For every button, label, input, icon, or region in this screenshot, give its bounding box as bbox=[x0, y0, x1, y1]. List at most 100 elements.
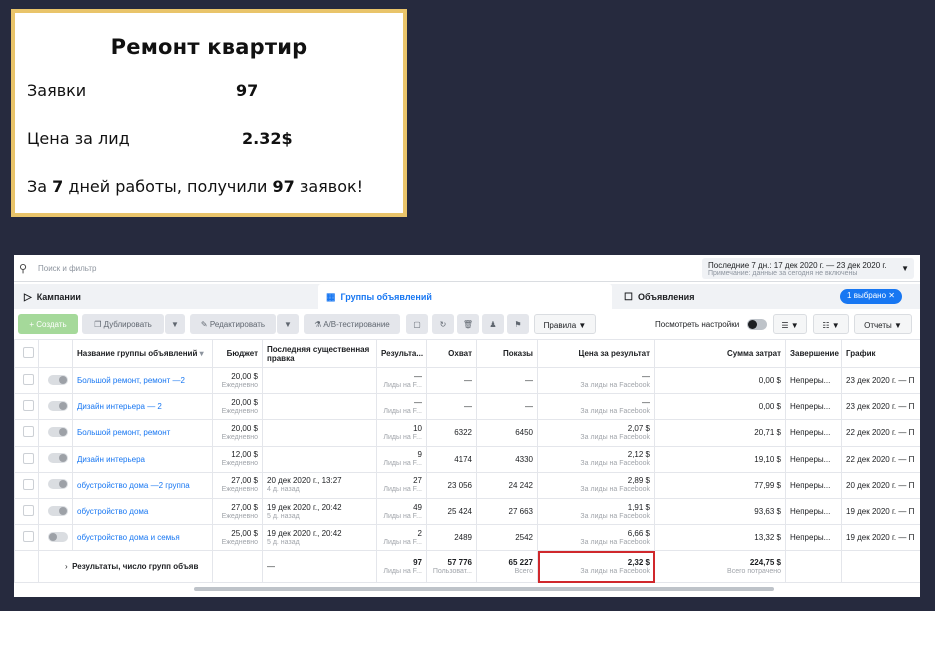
col-reach[interactable]: Охват bbox=[426, 339, 477, 368]
adset-name[interactable]: Дизайн интерьера — 2 bbox=[72, 393, 213, 421]
row-toggle[interactable] bbox=[38, 445, 73, 473]
last-edit-value: 19 дек 2020 г., 20:42 bbox=[267, 528, 342, 538]
adset-name-link[interactable]: Большой ремонт, ремонт —2 bbox=[77, 376, 185, 385]
row-spent: 77,99 $ bbox=[654, 471, 786, 499]
adset-name-link[interactable]: обустройство дома —2 группа bbox=[77, 481, 190, 490]
row-checkbox[interactable] bbox=[14, 393, 39, 421]
adset-name-link[interactable]: обустройство дома и семья bbox=[77, 533, 180, 542]
edit-dropdown[interactable]: ▼ bbox=[277, 314, 299, 334]
row-budget[interactable]: 12,00 $ Ежедневно bbox=[212, 445, 263, 473]
col-impressions[interactable]: Показы bbox=[476, 339, 538, 368]
adset-name-link[interactable]: Большой ремонт, ремонт bbox=[77, 428, 170, 437]
row-toggle[interactable] bbox=[38, 497, 73, 526]
totals-impressions-sub: Всего bbox=[514, 567, 533, 575]
breakdown-button[interactable]: ☷ ▼ bbox=[813, 314, 849, 334]
table-row[interactable]: обустройство дома —2 группа 27,00 $ Ежедне… bbox=[14, 471, 920, 499]
selected-badge[interactable]: 1 выбрано ✕ bbox=[840, 289, 902, 304]
adset-name[interactable]: обустройство дома bbox=[72, 497, 213, 526]
duplicate-button[interactable]: ❐ Дублировать bbox=[82, 314, 164, 334]
table-row[interactable]: Дизайн интерьера — 2 20,00 $ Ежедневно — Лид… bbox=[14, 393, 920, 421]
adset-name[interactable]: Большой ремонт, ремонт —2 bbox=[72, 366, 213, 395]
refresh-button[interactable]: ↻ bbox=[432, 314, 454, 334]
table-row[interactable]: обустройство дома и семья 25,00 $ Ежедневн… bbox=[14, 524, 920, 552]
totals-edit: — bbox=[262, 550, 377, 584]
row-checkbox[interactable] bbox=[14, 419, 39, 447]
results-value: 9 bbox=[417, 450, 422, 460]
date-range-picker[interactable]: Последние 7 дн.: 17 дек 2020 г. — 23 дек… bbox=[702, 258, 914, 279]
col-budget[interactable]: Бюджет bbox=[212, 339, 263, 368]
col-ends[interactable]: Завершение bbox=[785, 339, 842, 368]
adset-name[interactable]: Дизайн интерьера bbox=[72, 445, 213, 473]
row-toggle[interactable] bbox=[38, 471, 73, 499]
adset-name[interactable]: обустройство дома —2 группа bbox=[72, 471, 213, 499]
row-last-edit: 19 дек 2020 г., 20:42 5 д. назад bbox=[262, 524, 377, 552]
results-value: 2 bbox=[417, 528, 422, 538]
select-all-checkbox[interactable] bbox=[14, 339, 39, 368]
col-name[interactable]: Название группы объявлений ▾ bbox=[72, 339, 213, 368]
folder-icon: ▷ bbox=[24, 292, 32, 303]
ab-test-button[interactable]: ⚗ A/B-тестирование bbox=[304, 314, 400, 334]
summary-pre: За bbox=[27, 177, 48, 196]
row-checkbox[interactable] bbox=[14, 366, 39, 395]
adset-name-link[interactable]: Дизайн интерьера — 2 bbox=[77, 402, 162, 411]
table-row[interactable]: Дизайн интерьера 12,00 $ Ежедневно 9 Лиды на… bbox=[14, 445, 920, 473]
row-checkbox[interactable] bbox=[14, 524, 39, 552]
row-ends: Непреры... bbox=[785, 471, 842, 499]
table-row[interactable]: Большой ремонт, ремонт —2 20,00 $ Ежедневн… bbox=[14, 366, 920, 395]
row-cost-per-result: 2,12 $ За лиды на Facebook bbox=[537, 445, 655, 473]
tab-ads[interactable]: ☐ Объявления 1 выбрано ✕ bbox=[616, 284, 916, 309]
search-input[interactable]: Поиск и фильтр bbox=[38, 264, 96, 273]
leads-label: Заявки bbox=[27, 81, 87, 100]
adset-name[interactable]: обустройство дома и семья bbox=[72, 524, 213, 552]
totals-cpr-sub: За лиды на Facebook bbox=[580, 567, 650, 575]
row-toggle[interactable] bbox=[38, 393, 73, 421]
table-row[interactable]: обустройство дома 27,00 $ Ежедневно 19 дек … bbox=[14, 497, 920, 526]
tab-adsets[interactable]: ▦ Группы объявлений bbox=[318, 284, 612, 309]
tag-button[interactable]: ⚑ bbox=[507, 314, 529, 334]
edit-button[interactable]: ✎ Редактировать bbox=[190, 314, 276, 334]
col-cost-per-result[interactable]: Цена за результат bbox=[537, 339, 655, 368]
results-sub: Лиды на F... bbox=[383, 381, 422, 389]
col-schedule[interactable]: График bbox=[841, 339, 920, 368]
adset-name-link[interactable]: обустройство дома bbox=[77, 507, 148, 516]
table-row[interactable]: Большой ремонт, ремонт 20,00 $ Ежедневно 10… bbox=[14, 419, 920, 447]
totals-label-cell[interactable]: › Результаты, число групп объяв bbox=[38, 550, 213, 584]
results-sub: Лиды на F... bbox=[383, 433, 422, 441]
tab-campaigns[interactable]: ▷ Кампании bbox=[18, 284, 314, 309]
col-last-edit[interactable]: Последняя существенная правка bbox=[262, 339, 377, 368]
row-last-edit bbox=[262, 393, 377, 421]
search-bar[interactable]: ⚲ Поиск и фильтр Последние 7 дн.: 17 дек… bbox=[14, 255, 920, 282]
summary-card: Ремонт квартир Заявки 97 Цена за лид 2.3… bbox=[11, 9, 407, 217]
row-last-edit bbox=[262, 445, 377, 473]
row-checkbox[interactable] bbox=[14, 445, 39, 473]
rules-dropdown[interactable]: Правила ▼ bbox=[534, 314, 596, 334]
row-budget[interactable]: 20,00 $ Ежедневно bbox=[212, 393, 263, 421]
row-checkbox[interactable] bbox=[14, 497, 39, 526]
col-amount-spent[interactable]: Сумма затрат bbox=[654, 339, 786, 368]
row-ends: Непреры... bbox=[785, 445, 842, 473]
chevron-down-icon: ▼ bbox=[578, 321, 587, 330]
row-budget[interactable]: 20,00 $ Ежедневно bbox=[212, 419, 263, 447]
row-budget[interactable]: 27,00 $ Ежедневно bbox=[212, 497, 263, 526]
adset-name[interactable]: Большой ремонт, ремонт bbox=[72, 419, 213, 447]
row-toggle[interactable] bbox=[38, 419, 73, 447]
reports-dropdown[interactable]: Отчеты ▼ bbox=[854, 314, 912, 334]
row-toggle[interactable] bbox=[38, 524, 73, 552]
horizontal-scrollbar[interactable] bbox=[194, 587, 774, 591]
row-budget[interactable]: 20,00 $ Ежедневно bbox=[212, 366, 263, 395]
adset-name-link[interactable]: Дизайн интерьера bbox=[77, 455, 145, 464]
row-toggle[interactable] bbox=[38, 366, 73, 395]
columns-button[interactable]: ☰ ▼ bbox=[773, 314, 807, 334]
row-checkbox[interactable] bbox=[14, 471, 39, 499]
preview-button[interactable]: ▢ bbox=[406, 314, 428, 334]
view-settings-toggle[interactable] bbox=[747, 319, 767, 330]
audience-button[interactable]: ♟ bbox=[482, 314, 504, 334]
row-reach: 23 056 bbox=[426, 471, 477, 499]
delete-button[interactable]: 🗑 bbox=[457, 314, 479, 334]
results-sub: Лиды на F... bbox=[383, 486, 422, 494]
create-button[interactable]: + Создать bbox=[18, 314, 78, 334]
row-budget[interactable]: 25,00 $ Ежедневно bbox=[212, 524, 263, 552]
col-results[interactable]: Результа... bbox=[376, 339, 427, 368]
row-budget[interactable]: 27,00 $ Ежедневно bbox=[212, 471, 263, 499]
duplicate-dropdown[interactable]: ▼ bbox=[165, 314, 185, 334]
